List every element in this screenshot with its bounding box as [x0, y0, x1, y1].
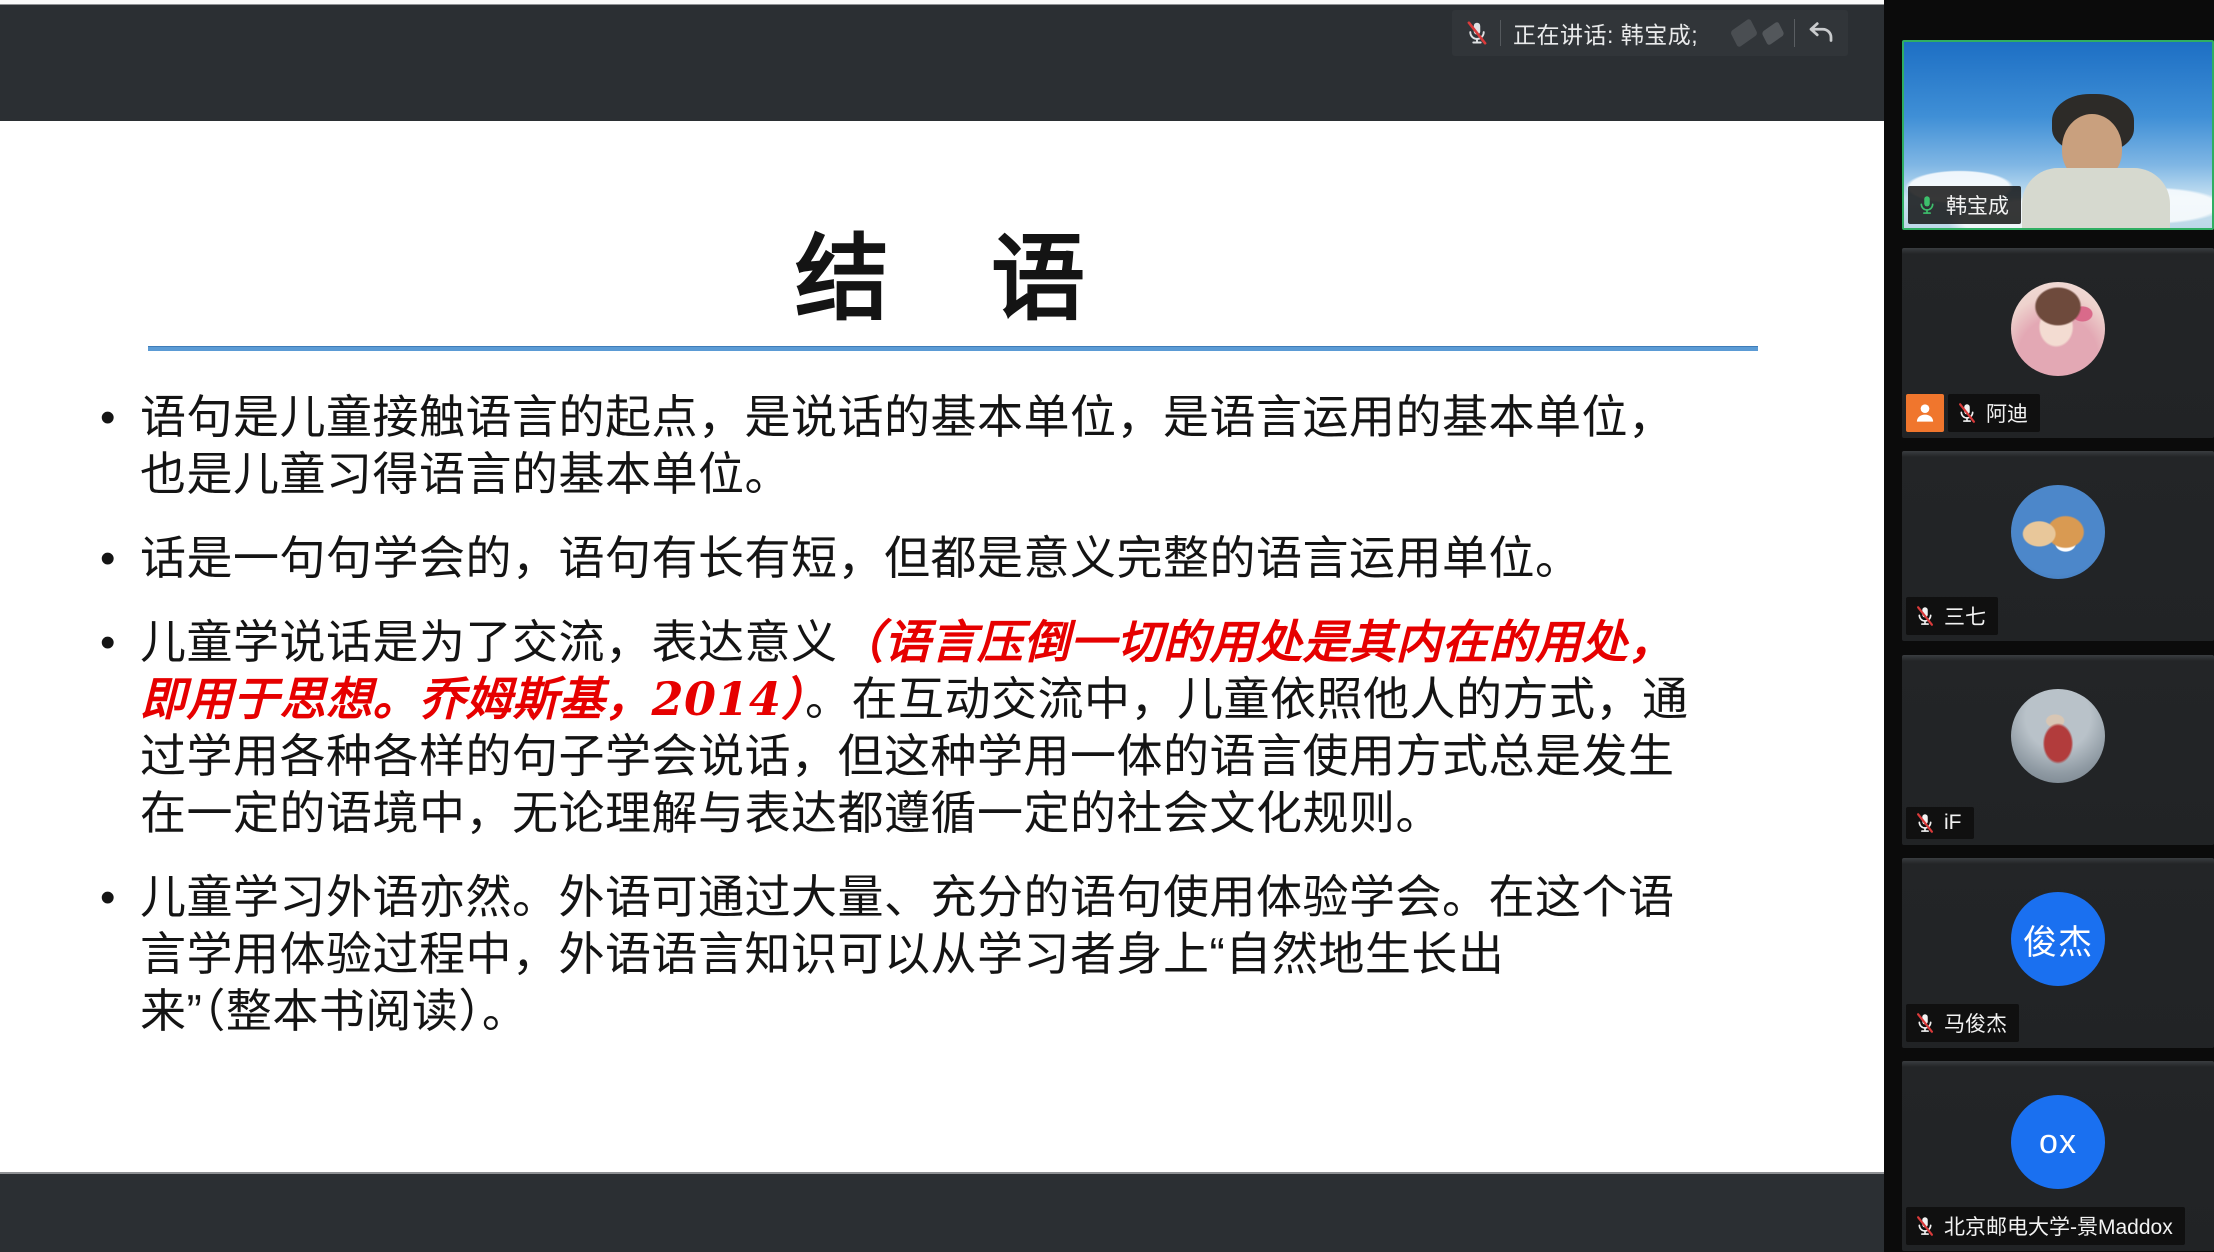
person-badge-icon — [1906, 394, 1944, 432]
participant-tile[interactable]: 阿迪 — [1902, 248, 2214, 438]
mic-muted-icon — [1956, 402, 1978, 424]
bullet-marker: • — [100, 530, 140, 587]
avatar — [2011, 485, 2105, 579]
participant-tile-video[interactable]: 韩宝成 — [1902, 40, 2214, 230]
annotation-tool-icon[interactable] — [1730, 18, 1758, 48]
mic-muted-icon — [1914, 605, 1936, 627]
annotation-tool-icon[interactable] — [1761, 21, 1784, 46]
participant-tile[interactable]: ox 北京邮电大学-景Maddox — [1902, 1061, 2214, 1251]
bullet-text: 话是一句句学会的，语句有长有短，但都是意义完整的语言运用单位。 — [140, 530, 1790, 587]
mic-muted-icon — [1914, 1012, 1936, 1034]
annotation-toolbar — [1732, 18, 1836, 48]
divider — [1794, 19, 1795, 47]
avatar-initials: ox — [2011, 1095, 2105, 1189]
bullet-text: 儿童学说话是为了交流，表达意义（语言压倒一切的用处是其内在的用处， 即用于思想。… — [140, 614, 1790, 842]
title-underline — [148, 346, 1758, 351]
bullet-item: • 儿童学说话是为了交流，表达意义（语言压倒一切的用处是其内在的用处， 即用于思… — [100, 614, 1790, 842]
speaking-label: 正在讲话: 韩宝成; — [1513, 16, 1698, 50]
avatar — [2011, 282, 2105, 376]
avatar — [2011, 689, 2105, 783]
person-silhouette — [2022, 168, 2170, 230]
bullet-marker: • — [100, 869, 140, 926]
participants-sidebar: 韩宝成 阿迪 三七 iF — [1884, 0, 2214, 1252]
bullet-list: • 语句是儿童接触语言的起点，是说话的基本单位，是语言运用的基本单位， 也是儿童… — [100, 389, 1790, 1067]
bullet-item: • 语句是儿童接触语言的起点，是说话的基本单位，是语言运用的基本单位， 也是儿童… — [100, 389, 1790, 503]
bullet-marker: • — [100, 614, 140, 671]
slide-title: 结 语 — [0, 203, 1884, 339]
shared-screen-area: 正在讲话: 韩宝成; 结 语 • 语句是儿童接触语言的起点，是说话的基本单位，是… — [0, 0, 1884, 1252]
meeting-window: 正在讲话: 韩宝成; 结 语 • 语句是儿童接触语言的起点，是说话的基本单位，是… — [0, 0, 2214, 1252]
participant-name-label: 三七 — [1906, 597, 1998, 635]
mic-muted-icon[interactable] — [1464, 20, 1490, 46]
mic-on-icon — [1916, 194, 1938, 216]
participant-tile[interactable]: 俊杰 马俊杰 — [1902, 858, 2214, 1048]
screen-share-topbar: 正在讲话: 韩宝成; — [0, 6, 1884, 121]
participant-name-label: iF — [1906, 807, 1974, 839]
participant-tile[interactable]: iF — [1902, 655, 2214, 845]
participant-name-label: 韩宝成 — [1908, 186, 2021, 224]
bullet-marker: • — [100, 389, 140, 446]
participant-name-label: 马俊杰 — [1906, 1004, 2019, 1042]
avatar-initials: 俊杰 — [2011, 892, 2105, 986]
speaking-indicator: 正在讲话: 韩宝成; — [1452, 10, 1848, 56]
screen-share-bottombar — [0, 1174, 1884, 1252]
window-top-edge — [0, 0, 1884, 5]
bullet-text: 儿童学习外语亦然。外语可通过大量、充分的语句使用体验学会。在这个语 言学用体验过… — [140, 869, 1790, 1040]
participant-name-label: 阿迪 — [1948, 394, 2040, 432]
participant-tile[interactable]: 三七 — [1902, 451, 2214, 641]
bullet-item: • 儿童学习外语亦然。外语可通过大量、充分的语句使用体验学会。在这个语 言学用体… — [100, 869, 1790, 1040]
participant-name-label: 北京邮电大学-景Maddox — [1906, 1207, 2185, 1245]
divider — [1500, 20, 1501, 46]
mic-muted-icon — [1914, 1215, 1936, 1237]
mic-muted-icon — [1914, 812, 1936, 834]
bullet-text: 语句是儿童接触语言的起点，是说话的基本单位，是语言运用的基本单位， 也是儿童习得… — [140, 389, 1790, 503]
undo-arrow-icon[interactable] — [1806, 18, 1836, 48]
presentation-slide: 结 语 • 语句是儿童接触语言的起点，是说话的基本单位，是语言运用的基本单位， … — [0, 121, 1884, 1172]
bullet-item: • 话是一句句学会的，语句有长有短，但都是意义完整的语言运用单位。 — [100, 530, 1790, 587]
